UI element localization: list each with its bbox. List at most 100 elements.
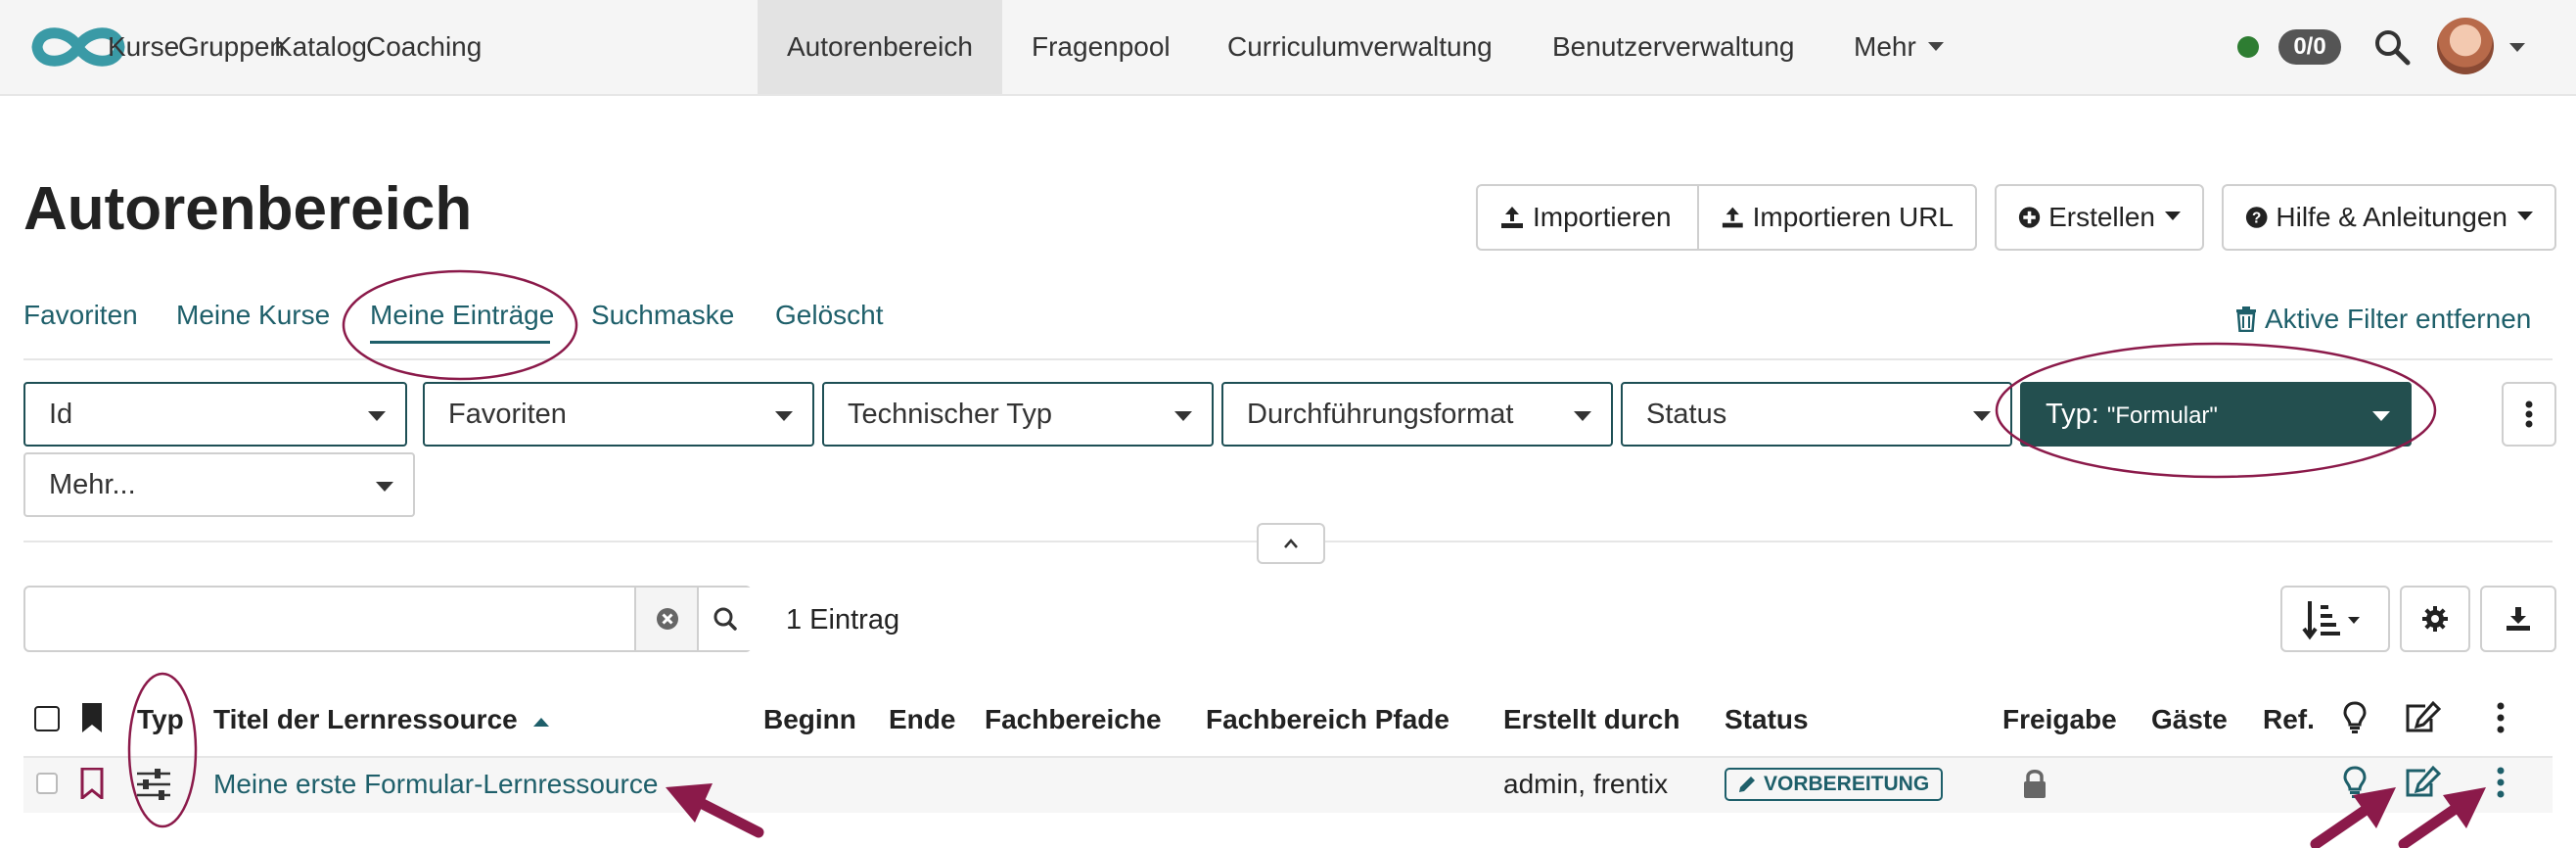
filter-mehr[interactable]: Mehr... xyxy=(23,452,415,517)
page-title: Autorenbereich xyxy=(23,175,473,243)
upload-icon xyxy=(1722,207,1743,228)
reset-filters-label: Aktive Filter entfernen xyxy=(2265,304,2532,334)
select-all-checkbox[interactable] xyxy=(34,706,60,731)
nav-label: Mehr xyxy=(1854,31,1916,62)
tab-meine-kurse[interactable]: Meine Kurse xyxy=(176,300,330,331)
tab-geloescht[interactable]: Gelöscht xyxy=(775,300,884,331)
search-button[interactable] xyxy=(697,588,752,650)
help-button[interactable]: ? Hilfe & Anleitungen xyxy=(2222,184,2556,251)
online-status-icon[interactable] xyxy=(2237,36,2259,58)
column-header-ref[interactable]: Ref. xyxy=(2263,704,2315,735)
nav-label: Curriculumverwaltung xyxy=(1227,31,1493,62)
notification-count-badge[interactable]: 0/0 xyxy=(2278,29,2341,65)
filter-technischer-typ[interactable]: Technischer Typ xyxy=(822,382,1214,447)
tab-suchmaske[interactable]: Suchmaske xyxy=(591,300,734,331)
column-header-subject-paths[interactable]: Fachbereich Pfade xyxy=(1206,704,1449,735)
column-header-title[interactable]: Titel der Lernressource xyxy=(213,704,551,735)
bookmark-icon[interactable] xyxy=(80,702,104,733)
filter-durchfuehrungsformat[interactable]: Durchführungsformat xyxy=(1221,382,1613,447)
column-header-begin[interactable]: Beginn xyxy=(763,704,856,735)
filter-id[interactable]: Id xyxy=(23,382,407,447)
filter-options-button[interactable] xyxy=(2502,382,2556,447)
caret-down-icon xyxy=(368,411,386,421)
filter-typ[interactable]: Typ: "Formular" xyxy=(2020,382,2412,447)
column-header-label: Titel der Lernressource xyxy=(213,704,518,734)
gear-icon xyxy=(2422,606,2448,632)
collapse-filters-button[interactable] xyxy=(1257,523,1325,564)
resource-title-link[interactable]: Meine erste Formular-Lernressource xyxy=(213,769,658,800)
help-label: Hilfe & Anleitungen xyxy=(2276,202,2507,232)
filter-label: Durchführungsformat xyxy=(1247,399,1514,430)
plus-circle-icon xyxy=(2018,207,2041,228)
nav-label: Fragenpool xyxy=(1032,31,1171,62)
form-type-icon xyxy=(137,769,170,800)
filter-label: Status xyxy=(1646,399,1727,430)
column-header-created-by[interactable]: Erstellt durch xyxy=(1503,704,1679,735)
user-avatar[interactable] xyxy=(2437,18,2494,74)
lightbulb-icon[interactable] xyxy=(2343,701,2367,734)
import-url-button[interactable]: Importieren URL xyxy=(1697,184,1977,251)
filter-favoriten[interactable]: Favoriten xyxy=(423,382,814,447)
column-header-guests[interactable]: Gäste xyxy=(2151,704,2228,735)
caret-down-icon xyxy=(775,411,793,421)
divider xyxy=(23,358,2553,360)
column-header-end[interactable]: Ende xyxy=(889,704,955,735)
column-header-release[interactable]: Freigabe xyxy=(2002,704,2117,735)
nav-label: Autorenbereich xyxy=(787,31,973,62)
search-icon[interactable] xyxy=(2372,27,2412,67)
create-button[interactable]: Erstellen xyxy=(1995,184,2204,251)
svg-text:?: ? xyxy=(2252,210,2261,226)
filter-label: Typ: xyxy=(2046,399,2099,430)
question-circle-icon: ? xyxy=(2245,207,2268,228)
column-header-subjects[interactable]: Fachbereiche xyxy=(985,704,1162,735)
status-label: VORBEREITUNG xyxy=(1764,773,1930,795)
tab-favoriten[interactable]: Favoriten xyxy=(23,300,138,331)
created-by-value: admin, frentix xyxy=(1503,769,1669,799)
import-button[interactable]: Importieren xyxy=(1476,184,1699,251)
column-header-typ[interactable]: Typ xyxy=(137,704,184,735)
nav-label: Coaching xyxy=(366,31,483,62)
lightbulb-icon[interactable] xyxy=(2343,766,2367,799)
top-navigation: Kurse Gruppen Katalog Coaching Autorenbe… xyxy=(0,0,2576,96)
create-label: Erstellen xyxy=(2048,202,2155,232)
row-checkbox[interactable] xyxy=(36,773,58,794)
nav-item-benutzerverwaltung[interactable]: Benutzerverwaltung xyxy=(1523,0,1823,94)
search-icon xyxy=(713,607,737,631)
caret-down-icon xyxy=(2372,411,2390,421)
nav-item-curriculumverwaltung[interactable]: Curriculumverwaltung xyxy=(1198,0,1522,94)
chevron-down-icon xyxy=(1927,42,1944,52)
table-settings-button[interactable] xyxy=(2400,586,2470,652)
column-header-status[interactable]: Status xyxy=(1725,704,1809,735)
edit-icon[interactable] xyxy=(2404,766,2441,799)
chevron-down-icon xyxy=(2165,211,2181,220)
clear-search-button[interactable] xyxy=(634,588,699,650)
filter-label: Favoriten xyxy=(448,399,567,430)
bookmark-icon[interactable] xyxy=(80,768,104,799)
lock-icon xyxy=(2024,770,2046,798)
filter-label: Id xyxy=(49,399,73,430)
kebab-icon[interactable] xyxy=(2494,701,2507,734)
caret-down-icon xyxy=(1174,411,1192,421)
chevron-down-icon[interactable] xyxy=(2509,43,2525,52)
active-tab-indicator xyxy=(370,341,550,344)
chevron-up-icon xyxy=(1284,539,1298,548)
import-label: Importieren xyxy=(1533,202,1672,232)
sort-ascending-icon xyxy=(532,718,549,727)
pencil-icon xyxy=(1739,777,1755,792)
filter-status[interactable]: Status xyxy=(1621,382,2012,447)
caret-down-icon xyxy=(376,482,393,492)
reset-filters-link[interactable]: Aktive Filter entfernen xyxy=(2235,304,2531,335)
nav-item-autorenbereich[interactable]: Autorenbereich xyxy=(758,0,1002,94)
chevron-down-icon xyxy=(2517,211,2533,220)
nav-item-coaching[interactable]: Coaching xyxy=(337,0,511,94)
download-icon xyxy=(2507,607,2530,631)
sort-button[interactable] xyxy=(2280,586,2390,652)
kebab-icon[interactable] xyxy=(2494,766,2507,799)
filter-value: "Formular" xyxy=(2106,402,2218,429)
nav-item-mehr[interactable]: Mehr xyxy=(1824,0,1973,94)
nav-item-fragenpool[interactable]: Fragenpool xyxy=(1002,0,1200,94)
search-input[interactable] xyxy=(23,586,752,652)
download-button[interactable] xyxy=(2480,586,2556,652)
edit-icon[interactable] xyxy=(2404,701,2441,734)
tab-meine-eintraege[interactable]: Meine Einträge xyxy=(370,300,554,331)
